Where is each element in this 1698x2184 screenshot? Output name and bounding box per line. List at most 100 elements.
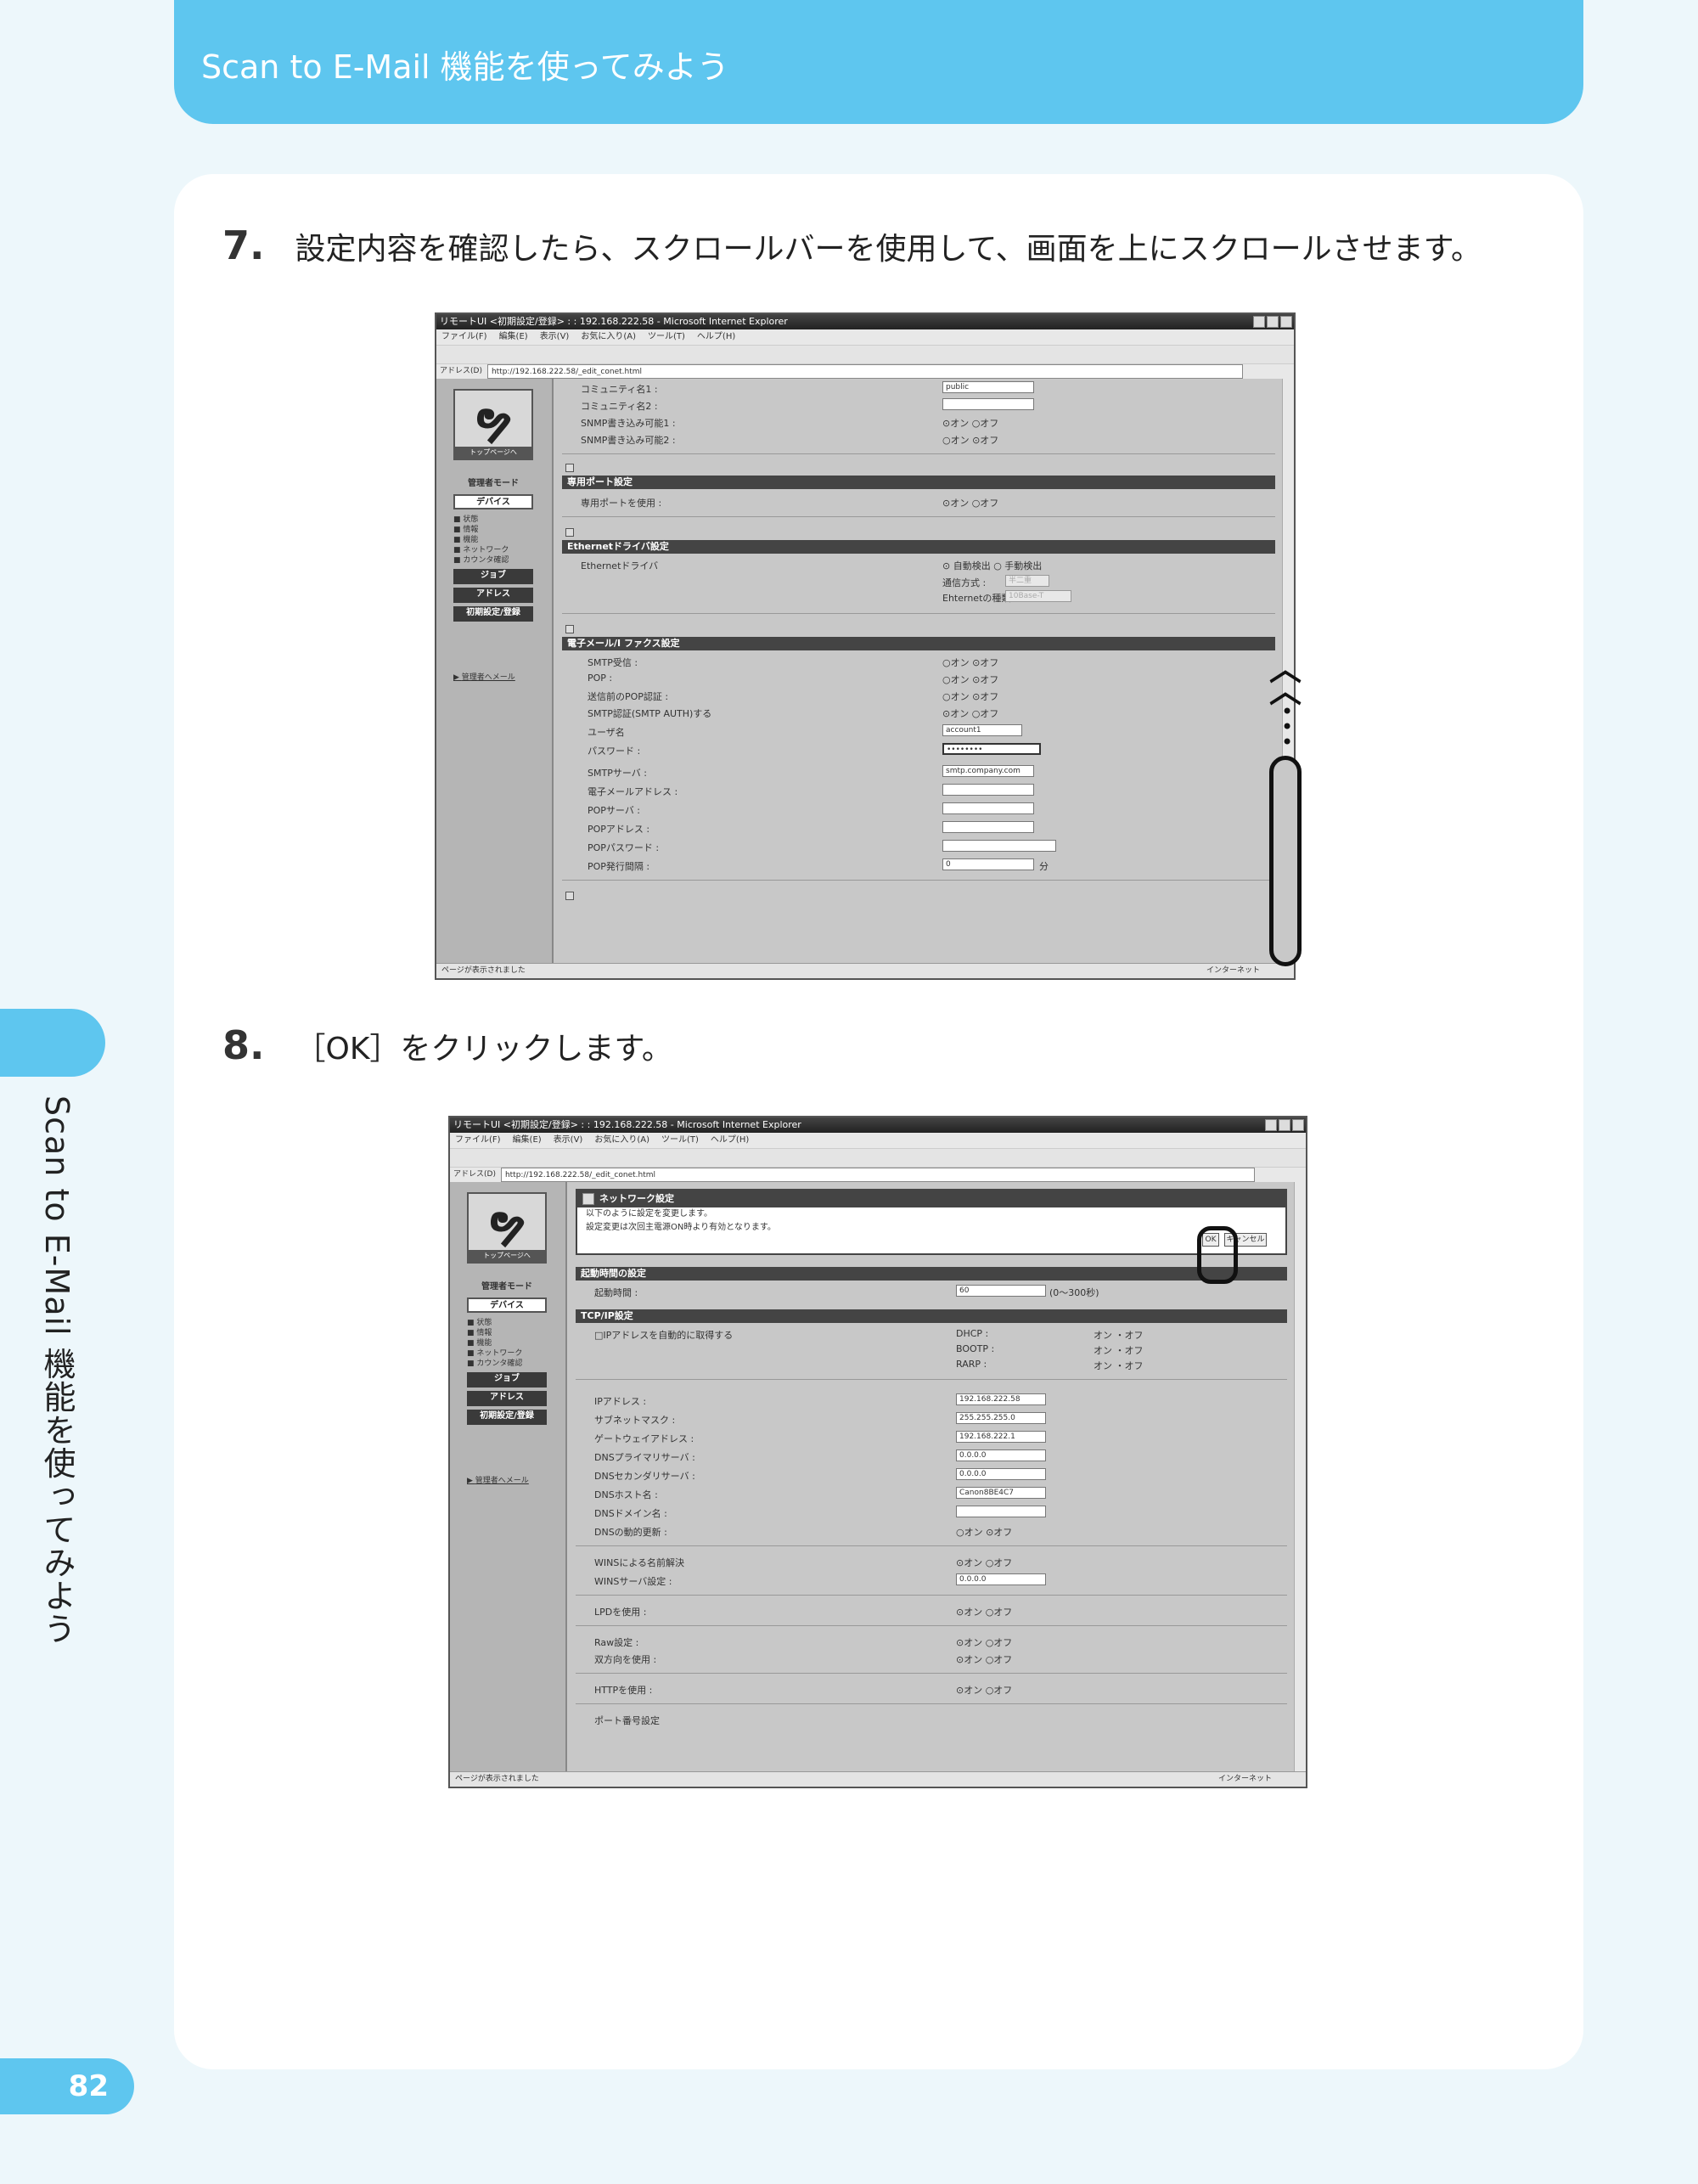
lpd-radio[interactable]: ⊙オン ○オフ	[956, 1605, 1012, 1618]
minimize-icon[interactable]	[1253, 316, 1265, 328]
row-label: DNSの動的更新 :	[594, 1527, 667, 1538]
top-page-logo[interactable]: ຯ トップページへ	[453, 389, 533, 460]
snmp-write1-radio[interactable]: ⊙オン ○オフ	[942, 416, 998, 430]
community2-field[interactable]	[942, 398, 1034, 410]
username-field[interactable]: account1	[942, 724, 1022, 736]
page-top-icon[interactable]	[565, 892, 574, 900]
pop-radio[interactable]: ○オン ⊙オフ	[942, 673, 998, 686]
pop-interval-field[interactable]: 0	[942, 858, 1034, 870]
menu-tools[interactable]: ツール(T)	[661, 1133, 699, 1148]
row-label: ゲートウェイアドレス :	[594, 1433, 694, 1444]
startup-time-field[interactable]: 60	[956, 1285, 1046, 1297]
email-address-field[interactable]	[942, 784, 1034, 796]
http-radio[interactable]: ⊙オン ○オフ	[956, 1683, 1012, 1697]
row-label: IPアドレス :	[594, 1396, 647, 1407]
subnet-mask-field[interactable]: 255.255.255.0	[956, 1412, 1046, 1424]
dns-update-radio[interactable]: ○オン ⊙オフ	[956, 1525, 1012, 1539]
row-label: パスワード :	[588, 746, 641, 757]
row-label: DNSホスト名 :	[594, 1489, 658, 1500]
mail-admin-link[interactable]: ▶ 管理者へメール	[467, 1474, 529, 1485]
nav-item-network[interactable]: ■ ネットワーク	[453, 545, 509, 555]
password-field[interactable]: ••••••••	[942, 743, 1041, 755]
community1-field[interactable]: public	[942, 381, 1034, 393]
pop-password-field[interactable]	[942, 840, 1056, 852]
rarp-option[interactable]: オン ・オフ	[1094, 1359, 1144, 1372]
dedicated-port-radio[interactable]: ⊙オン ○オフ	[942, 496, 998, 509]
row-label: コミュニティ名1 :	[581, 384, 658, 395]
comm-mode-select[interactable]: 半二重	[1005, 575, 1049, 587]
nav-item-features[interactable]: ■ 機能	[467, 1338, 522, 1348]
smtp-server-field[interactable]: smtp.company.com	[942, 765, 1034, 777]
nav-item-status[interactable]: ■ 状態	[467, 1318, 522, 1328]
dns-primary-field[interactable]: 0.0.0.0	[956, 1449, 1046, 1461]
row-label: 送信前のPOP認証 :	[588, 691, 669, 702]
nav-address-button[interactable]: アドレス	[453, 588, 533, 603]
menu-view[interactable]: 表示(V)	[554, 1133, 583, 1148]
section-ethernet-driver: Ethernetドライバ設定	[562, 540, 1275, 554]
nav-item-counter[interactable]: ■ カウンタ確認	[453, 555, 509, 566]
menu-favorites[interactable]: お気に入り(A)	[581, 329, 636, 345]
dhcp-option[interactable]: オン ・オフ	[1094, 1328, 1144, 1342]
auto-ip-checkbox[interactable]: □IPアドレスを自動的に取得する	[594, 1328, 733, 1342]
minimize-icon[interactable]	[1265, 1119, 1277, 1131]
smtp-receive-radio[interactable]: ○オン ⊙オフ	[942, 656, 998, 669]
pop-before-smtp-radio[interactable]: ○オン ⊙オフ	[942, 690, 998, 703]
nav-job-button[interactable]: ジョブ	[467, 1372, 547, 1388]
dialog-message: 以下のように設定を変更します。	[586, 1209, 712, 1219]
snmp-write2-radio[interactable]: ○オン ⊙オフ	[942, 433, 998, 447]
vertical-scrollbar[interactable]	[1294, 1182, 1306, 1771]
nav-device-button[interactable]: デバイス	[453, 494, 533, 509]
dns-host-field[interactable]: Canon8BE4C7	[956, 1487, 1046, 1499]
wins-radio[interactable]: ⊙オン ○オフ	[956, 1556, 1012, 1569]
interval-unit: 分	[1039, 861, 1049, 872]
menu-view[interactable]: 表示(V)	[540, 329, 570, 345]
nav-item-info[interactable]: ■ 情報	[467, 1328, 522, 1338]
dns-domain-field[interactable]	[956, 1506, 1046, 1517]
address-input[interactable]: http://192.168.222.58/_edit_conet.html	[486, 364, 1243, 379]
close-icon[interactable]	[1280, 316, 1292, 328]
nav-address-button[interactable]: アドレス	[467, 1391, 547, 1406]
ip-address-field[interactable]: 192.168.222.58	[956, 1393, 1046, 1405]
close-icon[interactable]	[1292, 1119, 1304, 1131]
dns-secondary-field[interactable]: 0.0.0.0	[956, 1468, 1046, 1480]
bidirectional-radio[interactable]: ⊙オン ○オフ	[956, 1652, 1012, 1666]
row-label: WINSによる名前解決	[594, 1557, 685, 1568]
mail-admin-link[interactable]: ▶ 管理者へメール	[453, 671, 515, 682]
ethernet-type-select[interactable]: 10Base-T	[1005, 590, 1071, 602]
gateway-field[interactable]: 192.168.222.1	[956, 1431, 1046, 1443]
nav-item-info[interactable]: ■ 情報	[453, 525, 509, 535]
wins-server-field[interactable]: 0.0.0.0	[956, 1573, 1046, 1585]
nav-init-button[interactable]: 初期設定/登録	[453, 606, 533, 622]
pop-address-field[interactable]	[942, 821, 1034, 833]
status-text: ページが表示されました	[441, 966, 526, 975]
nav-item-network[interactable]: ■ ネットワーク	[467, 1348, 522, 1359]
menu-file[interactable]: ファイル(F)	[455, 1133, 501, 1148]
maximize-icon[interactable]	[1267, 316, 1279, 328]
page-top-icon[interactable]	[565, 528, 574, 537]
nav-item-counter[interactable]: ■ カウンタ確認	[467, 1359, 522, 1369]
raw-radio[interactable]: ⊙オン ○オフ	[956, 1635, 1012, 1649]
page-top-icon[interactable]	[565, 464, 574, 472]
bootp-option[interactable]: オン ・オフ	[1094, 1343, 1144, 1357]
menu-edit[interactable]: 編集(E)	[499, 329, 528, 345]
menu-help[interactable]: ヘルプ(H)	[711, 1133, 749, 1148]
nav-item-status[interactable]: ■ 状態	[453, 515, 509, 525]
pop-server-field[interactable]	[942, 802, 1034, 814]
nav-init-button[interactable]: 初期設定/登録	[467, 1410, 547, 1425]
menu-tools[interactable]: ツール(T)	[648, 329, 685, 345]
nav-item-features[interactable]: ■ 機能	[453, 535, 509, 545]
top-page-logo[interactable]: ຯ トップページへ	[467, 1192, 547, 1264]
row-label: POP :	[588, 673, 613, 684]
ethernet-detect-radio[interactable]: ⊙ 自動検出 ○ 手動検出	[942, 559, 1042, 572]
nav-job-button[interactable]: ジョブ	[453, 569, 533, 584]
maximize-icon[interactable]	[1279, 1119, 1290, 1131]
row-label: DHCP :	[956, 1328, 989, 1339]
menu-help[interactable]: ヘルプ(H)	[697, 329, 735, 345]
page-top-icon[interactable]	[565, 625, 574, 633]
menu-file[interactable]: ファイル(F)	[441, 329, 487, 345]
menu-favorites[interactable]: お気に入り(A)	[594, 1133, 649, 1148]
menu-edit[interactable]: 編集(E)	[513, 1133, 542, 1148]
nav-device-button[interactable]: デバイス	[467, 1297, 547, 1313]
smtp-auth-radio[interactable]: ⊙オン ○オフ	[942, 706, 998, 720]
address-input[interactable]: http://192.168.222.58/_edit_conet.html	[500, 1168, 1255, 1182]
